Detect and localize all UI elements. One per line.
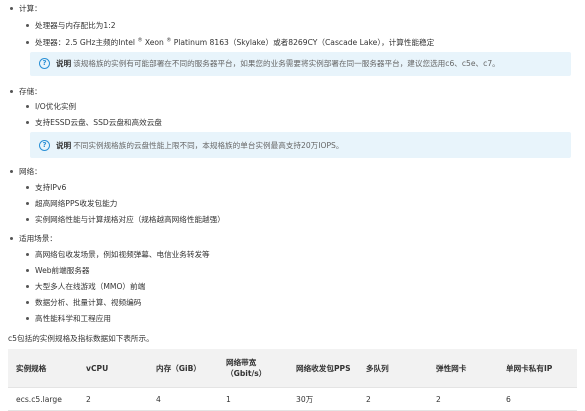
column-header: 网络带宽 （Gbit/s） xyxy=(218,349,288,388)
table-cell: ecs.c5.large xyxy=(8,387,78,411)
bullet-icon xyxy=(26,218,29,221)
question-icon: ? xyxy=(39,140,50,151)
table-intro: c5包括的实例规格及指标数据如下表所示。 xyxy=(8,334,154,343)
column-header: 多队列 xyxy=(358,349,428,388)
table-cell: 2 xyxy=(78,387,148,411)
list-item-text: 实例网络性能与计算规格对应（规格越高网络性能越强） xyxy=(35,215,225,224)
bullet-icon xyxy=(26,24,29,27)
scenarios-heading: 适用场景： xyxy=(19,234,57,243)
note-text: 不同实例规格族的云盘性能上限不同，本规格族的单台实例最高支持20万IOPS。 xyxy=(73,141,344,150)
storage-note: ? 说明 不同实例规格族的云盘性能上限不同，本规格族的单台实例最高支持20万IOP… xyxy=(30,132,571,158)
note-label: 说明 xyxy=(56,141,72,150)
note-body: 说明 不同实例规格族的云盘性能上限不同，本规格族的单台实例最高支持20万IOPS。 xyxy=(56,140,343,151)
list-item-text: 大型多人在线游戏（MMO）前端 xyxy=(35,282,146,291)
table-cell: 30万 xyxy=(288,387,358,411)
spec-table: 实例规格 vCPU 内存（GiB） 网络带宽 （Gbit/s） 网络收发包PPS… xyxy=(8,349,577,411)
bullet-icon xyxy=(26,253,29,256)
storage-heading: 存储： xyxy=(19,87,42,96)
bullet-icon xyxy=(26,269,29,272)
list-item-text: 处理器：2.5 GHz主频的Intel ® Xeon ® Platinum 81… xyxy=(35,37,435,47)
bullet-icon xyxy=(26,105,29,108)
compute-note: ? 说明 该规格族的实例有可能部署在不同的服务器平台，如果您的业务需要将实例部署在… xyxy=(30,52,571,76)
list-item-text: 高性能科学和工程应用 xyxy=(35,314,111,323)
table-header-row: 实例规格 vCPU 内存（GiB） 网络带宽 （Gbit/s） 网络收发包PPS… xyxy=(8,349,577,388)
column-header: 单网卡私有IP xyxy=(498,349,577,388)
column-header: 实例规格 xyxy=(8,349,78,388)
column-header: vCPU xyxy=(78,349,148,388)
list-item-text: 处理器与内存配比为1:2 xyxy=(35,21,116,30)
list-item-text: 数据分析、批量计算、视频编码 xyxy=(35,298,142,307)
bullet-icon xyxy=(10,170,13,173)
note-label: 说明 xyxy=(56,59,72,68)
bullet-icon xyxy=(26,301,29,304)
list-item-text: 高网络包收发场景，例如视频弹幕、电信业务转发等 xyxy=(35,250,210,259)
network-heading: 网络： xyxy=(19,167,42,176)
bullet-icon xyxy=(10,7,13,10)
bullet-icon xyxy=(26,285,29,288)
table-cell: 4 xyxy=(148,387,218,411)
bullet-icon xyxy=(10,90,13,93)
compute-heading: 计算： xyxy=(19,4,42,13)
note-body: 说明 该规格族的实例有可能部署在不同的服务器平台，如果您的业务需要将实例部署在同一… xyxy=(56,58,500,69)
list-item-text: 支持ESSD云盘、SSD云盘和高效云盘 xyxy=(35,118,162,127)
list-item-text: 支持IPv6 xyxy=(35,183,67,192)
list-item-text: 超高网络PPS收发包能力 xyxy=(35,199,118,208)
table-row: ecs.c5.large 2 4 1 30万 2 2 6 xyxy=(8,387,577,411)
note-text: 该规格族的实例有可能部署在不同的服务器平台，如果您的业务需要将实例部署在同一服务… xyxy=(73,59,500,68)
column-header: 内存（GiB） xyxy=(148,349,218,388)
table-cell: 1 xyxy=(218,387,288,411)
list-item-text: I/O优化实例 xyxy=(35,102,77,111)
column-header: 弹性网卡 xyxy=(428,349,498,388)
table-cell: 6 xyxy=(498,387,577,411)
bullet-icon xyxy=(10,237,13,240)
column-header: 网络收发包PPS xyxy=(288,349,358,388)
bullet-icon xyxy=(26,317,29,320)
bullet-icon xyxy=(26,41,29,44)
bullet-icon xyxy=(26,202,29,205)
bullet-icon xyxy=(26,186,29,189)
table-cell: 2 xyxy=(358,387,428,411)
bullet-icon xyxy=(26,121,29,124)
table-cell: 2 xyxy=(428,387,498,411)
list-item-text: Web前端服务器 xyxy=(35,266,90,275)
question-icon: ? xyxy=(39,58,50,69)
